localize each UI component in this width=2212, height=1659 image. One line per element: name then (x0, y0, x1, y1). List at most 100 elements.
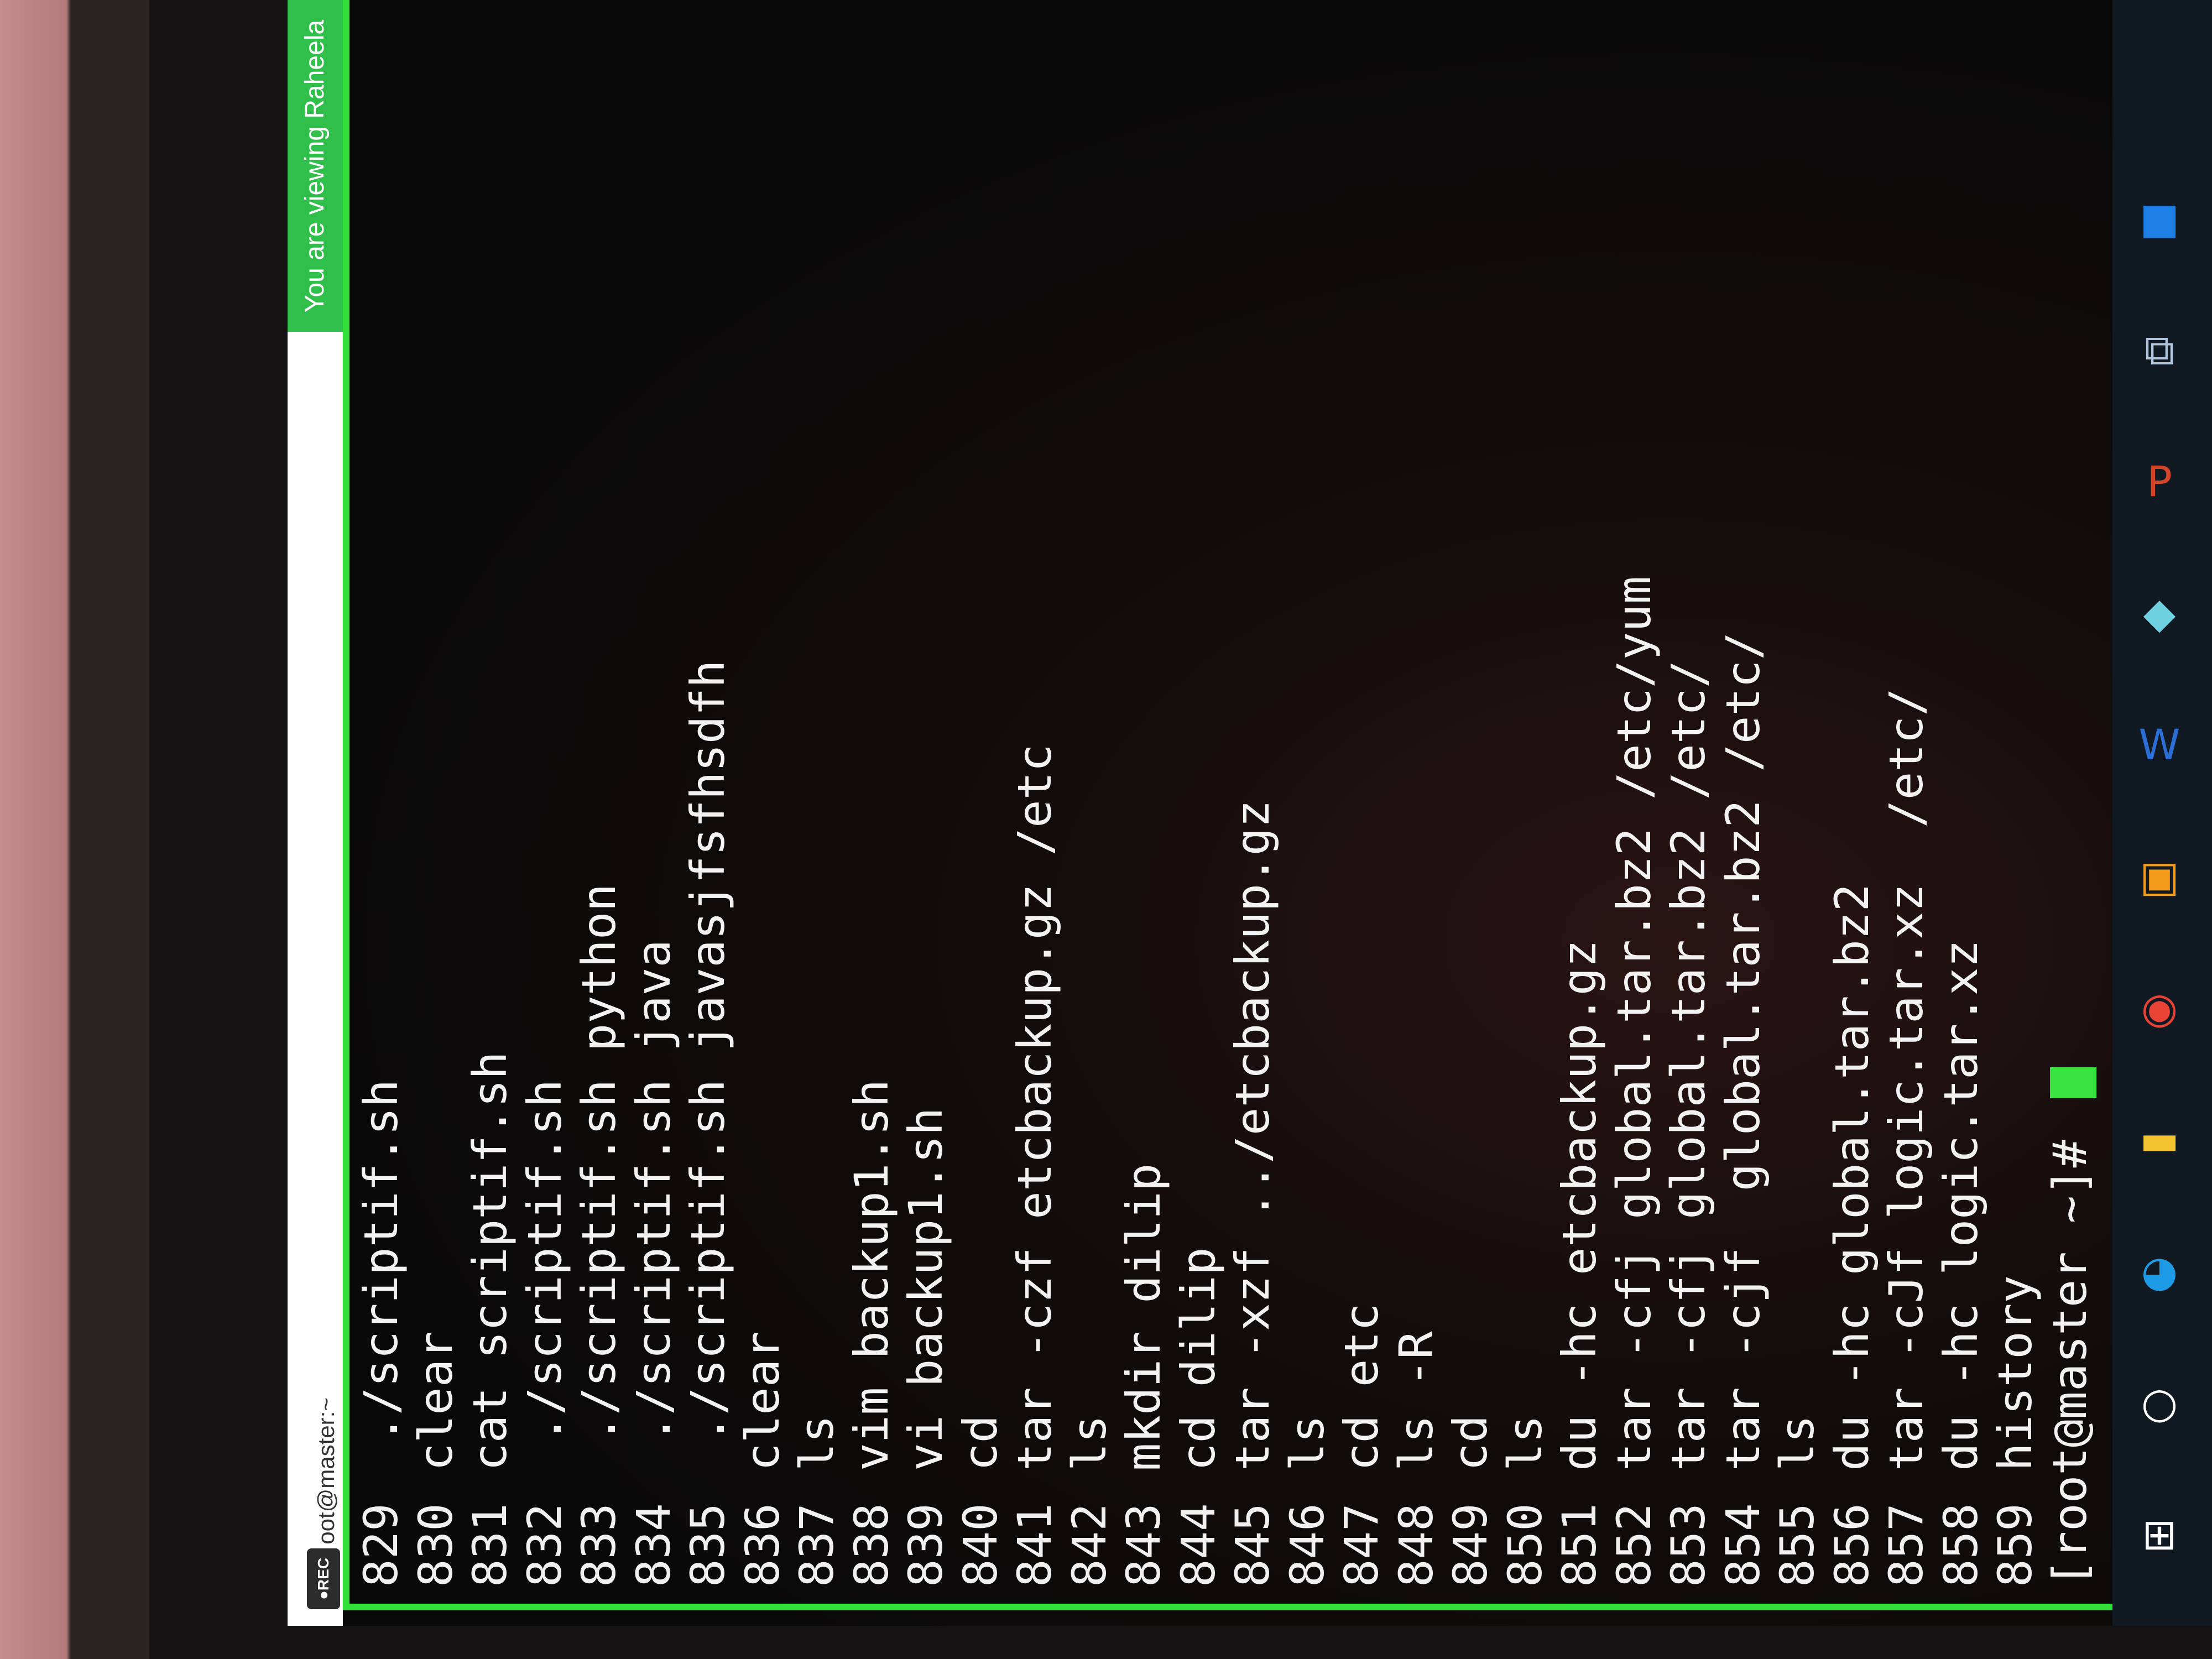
history-line: 832 ./scriptif.sh (518, 17, 572, 1587)
history-line-number: 836 (735, 1503, 790, 1587)
history-line-number: 858 (1933, 1503, 1988, 1587)
history-command: tar -cJf logic.tar.xz /etc/ (1879, 687, 1933, 1471)
chrome-icon[interactable]: ◉ (2129, 978, 2190, 1039)
history-line: 851 du -hc etcbackup.gz (1552, 17, 1607, 1587)
prompt-line[interactable]: [root@master ~]# (2043, 17, 2098, 1587)
history-line-number: 851 (1552, 1503, 1606, 1587)
history-line: 839 vi backup1.sh (899, 17, 953, 1587)
history-line-number: 853 (1661, 1503, 1715, 1587)
history-command: ls (1062, 1415, 1117, 1471)
history-line-number: 859 (1988, 1503, 2042, 1587)
history-line-number: 830 (408, 1503, 463, 1587)
history-line-number: 834 (626, 1503, 681, 1587)
history-line: 845 tar -xzf ../etcbackup.gz (1225, 17, 1280, 1587)
terminal-window[interactable]: 829 ./scriptif.sh 830clear 831cat scriptif… (343, 0, 2168, 1604)
history-line: 829 ./scriptif.sh (354, 17, 409, 1587)
history-command: cat scriptif.sh (463, 1051, 517, 1471)
window-title-text: oot@master:~ (313, 1397, 340, 1545)
powerpoint-icon[interactable]: P (2129, 451, 2190, 512)
history-command: ./scriptif.sh python (572, 883, 626, 1471)
history-line-number: 847 (1334, 1503, 1389, 1587)
network-icon-glyph: ⧉ (2144, 325, 2175, 374)
window-title: oot@master:~ (310, 1394, 343, 1548)
file-explorer-icon[interactable]: ▬ (2129, 1109, 2190, 1170)
history-command: clear (408, 1331, 463, 1471)
history-line-number: 850 (1498, 1503, 1552, 1587)
history-line-number: 848 (1389, 1503, 1443, 1587)
history-line: 859 history (1988, 17, 2043, 1587)
file-explorer-icon-glyph: ▬ (2140, 1115, 2179, 1164)
history-command: tar -cfj global.tar.bz2 /etc/yum (1606, 576, 1661, 1471)
history-command: ./scriptif.sh (517, 1079, 572, 1471)
network-icon[interactable]: ⧉ (2129, 320, 2190, 380)
history-command: vi backup1.sh (899, 1107, 953, 1471)
history-command: ls (1770, 1415, 1824, 1471)
blue-app-icon-glyph: ■ (2140, 194, 2179, 243)
shell-prompt: [root@master ~]# (2042, 1112, 2097, 1587)
history-line-number: 831 (463, 1503, 517, 1587)
history-command: du -hc logic.tar.xz (1933, 940, 1988, 1471)
history-line-number: 843 (1117, 1503, 1171, 1587)
history-command: ls (1280, 1415, 1334, 1471)
history-command: ls (1498, 1415, 1552, 1471)
edge-icon-glyph: ◕ (2141, 1246, 2178, 1296)
history-line: 843 mkdir dilip (1117, 17, 1171, 1587)
recording-badge: ●REC (307, 1548, 340, 1609)
history-line-number: 856 (1824, 1503, 1879, 1587)
history-line: 849 cd (1443, 17, 1498, 1587)
history-line: 853 tar -cfj global.tar.bz2 /etc/ (1661, 17, 1716, 1587)
history-line: 840 cd (953, 17, 1008, 1587)
start-icon[interactable]: ⊞ (2129, 1504, 2190, 1565)
edge-icon[interactable]: ◕ (2129, 1241, 2190, 1302)
history-line: 852 tar -cfj global.tar.bz2 /etc/yum (1607, 17, 1662, 1587)
app-icon[interactable]: ▣ (2129, 846, 2190, 907)
history-command: mkdir dilip (1117, 1163, 1171, 1471)
history-line-number: 832 (517, 1503, 572, 1587)
history-line-number: 838 (844, 1503, 899, 1587)
blue-app-icon[interactable]: ■ (2129, 188, 2190, 249)
history-line-number: 854 (1715, 1503, 1770, 1587)
history-line-number: 833 (572, 1503, 626, 1587)
history-command: cd (953, 1415, 1008, 1471)
history-command: tar -cfj global.tar.bz2 /etc/ (1661, 660, 1715, 1471)
recording-badge-label: REC (315, 1557, 332, 1591)
history-line-number: 846 (1280, 1503, 1334, 1587)
history-line-number: 849 (1443, 1503, 1498, 1587)
history-line: 850 ls (1498, 17, 1553, 1587)
app-icon-glyph: ▣ (2140, 852, 2179, 901)
word-icon-glyph: W (2138, 720, 2180, 769)
search-icon-glyph: ○ (2141, 1378, 2178, 1427)
history-line-number: 829 (354, 1503, 408, 1587)
history-line-number: 842 (1062, 1503, 1117, 1587)
history-command: ls (790, 1415, 844, 1471)
history-line: 855 ls (1770, 17, 1825, 1587)
history-line-number: 855 (1770, 1503, 1824, 1587)
powerpoint-icon-glyph: P (2147, 457, 2172, 506)
history-line: 831 cat scriptif.sh (463, 17, 518, 1587)
history-line: 858 du -hc logic.tar.xz (1934, 17, 1989, 1587)
start-icon-glyph: ⊞ (2142, 1510, 2177, 1559)
history-command: du -hc global.tar.bz2 (1824, 883, 1879, 1471)
terminal-output[interactable]: 829 ./scriptif.sh 830clear 831cat scriptif… (343, 0, 2168, 1604)
history-command: ./scriptif.sh (354, 1079, 408, 1471)
history-line-number: 839 (899, 1503, 953, 1587)
active-window-border (343, 0, 349, 1610)
history-line: 846 ls (1280, 17, 1335, 1587)
history-command: ./scriptif.sh javasjfsfhsdfh (681, 660, 735, 1471)
active-window-border-bottom (343, 1604, 2168, 1610)
viewing-banner: You are viewing Raheela (288, 0, 343, 332)
history-command: clear (735, 1331, 790, 1471)
crystal-icon[interactable]: ◆ (2129, 583, 2190, 644)
history-line: 836 clear (735, 17, 790, 1587)
history-line: 844 cd dilip (1171, 17, 1226, 1587)
history-line: 856 du -hc global.tar.bz2 (1825, 17, 1880, 1587)
word-icon[interactable]: W (2129, 714, 2190, 775)
history-line: 835 ./scriptif.sh javasjfsfhsdfh (681, 17, 735, 1587)
history-command: tar -czf etcbackup.gz /etc (1008, 744, 1062, 1471)
history-command: history (1988, 1275, 2042, 1471)
viewing-banner-text: You are viewing Raheela (300, 19, 330, 312)
search-icon[interactable]: ○ (2129, 1373, 2190, 1433)
text-cursor[interactable] (2049, 1067, 2096, 1099)
record-dot-icon: ● (315, 1590, 332, 1600)
crystal-icon-glyph: ◆ (2143, 588, 2176, 638)
